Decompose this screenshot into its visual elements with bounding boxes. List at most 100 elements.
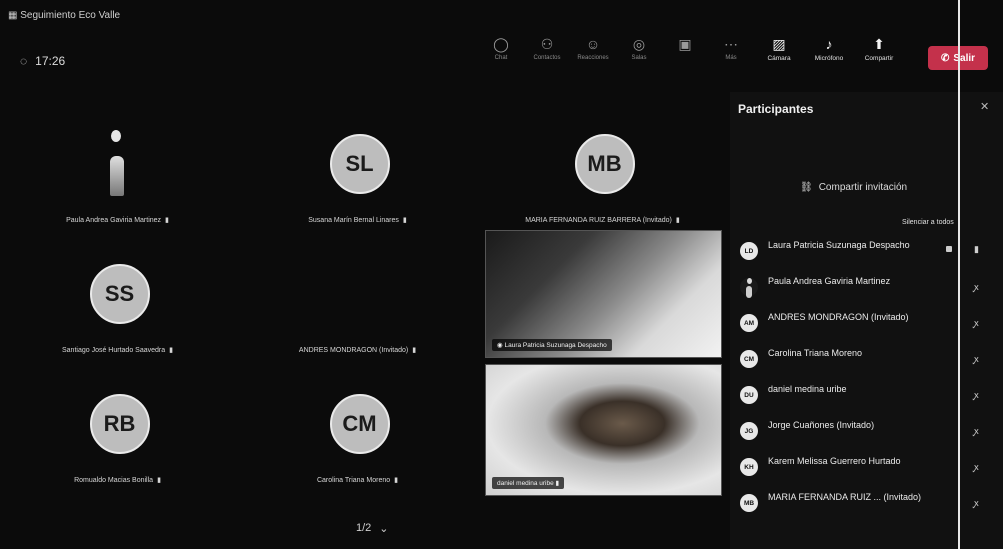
mic-off-icon[interactable]: ꭙ — [974, 388, 979, 401]
participant-row[interactable]: Paula Andrea Gaviria Martinez ꭙ — [730, 270, 1003, 306]
mic-off-icon[interactable]: ꭙ — [974, 316, 979, 329]
chevron-down-icon: ⌄ — [379, 523, 389, 535]
participant-tile[interactable]: CM Carolina Triana Moreno ▮ — [240, 370, 475, 488]
panel-divider — [958, 0, 960, 549]
panel-title: Participantes — [738, 102, 814, 116]
participant-row[interactable]: LD Laura Patricia Suzunaga Despacho ▮ — [730, 234, 1003, 270]
avatar: JG — [740, 422, 758, 440]
rooms-button[interactable]: ◎ Salas — [616, 36, 662, 76]
participant-photo — [108, 130, 128, 200]
share-invite-button[interactable]: ⛓ Compartir invitación — [800, 182, 907, 193]
share-icon: ⬆ — [873, 36, 885, 52]
mic-off-icon[interactable]: ꭙ — [974, 352, 979, 365]
meeting-timer: ◌ 17:26 — [20, 54, 66, 68]
participant-tile[interactable]: SL Susana Marín Bernal Linares ▮ — [240, 110, 475, 228]
meeting-toolbar: ◯ Chat ⚇ Contactos ☺ Reacciones ◎ Salas … — [478, 36, 904, 76]
share-button[interactable]: ⬆ Compartir — [854, 36, 904, 76]
participant-name: Romualdo Macias Bonilla ▮ — [74, 477, 161, 484]
participant-tile[interactable]: RB Romualdo Macias Bonilla ▮ — [0, 370, 235, 488]
participant-tile[interactable]: Paula Andrea Gaviria Martinez ▮ — [0, 110, 235, 228]
mic-icon: ▮ — [553, 480, 560, 487]
participants-panel: Participantes ✕ ⛓ Compartir invitación S… — [730, 92, 1003, 549]
participant-list: LD Laura Patricia Suzunaga Despacho ▮ Pa… — [730, 234, 1003, 522]
link-icon: ⛓ — [800, 182, 813, 193]
microphone-button[interactable]: ♪ Micrófono — [804, 36, 854, 76]
mic-icon: ▮ — [165, 217, 169, 224]
mic-icon[interactable]: ▮ — [974, 244, 979, 255]
reactions-button[interactable]: ☺ Reacciones — [570, 36, 616, 76]
close-icon[interactable]: ✕ — [980, 100, 989, 113]
mic-icon: ▮ — [169, 347, 173, 354]
participant-name: ◉ Laura Patricia Suzunaga Despacho — [492, 339, 612, 351]
participant-name: Laura Patricia Suzunaga Despacho — [768, 240, 910, 250]
mic-icon: ▮ — [675, 217, 680, 224]
mic-off-icon[interactable]: ꭙ — [974, 424, 979, 437]
chat-icon: ◯ — [493, 36, 509, 52]
avatar: LD — [740, 242, 758, 260]
meeting-header: ▦ Seguimiento Eco Valle ◌ 17:26 ◯ Chat ⚇… — [0, 0, 1003, 100]
mic-off-icon[interactable]: ꭙ — [974, 496, 979, 509]
participant-name: Carolina Triana Moreno — [768, 348, 863, 358]
grid-pager[interactable]: 1/2 ⌄ — [356, 522, 389, 535]
avatar: DU — [740, 386, 758, 404]
participant-name: Carolina Triana Moreno ▮ — [316, 477, 398, 484]
mute-all-button[interactable]: Silenciar a todos — [902, 219, 954, 226]
rooms-icon: ◎ — [632, 36, 646, 52]
phone-icon: ✆ — [940, 52, 950, 64]
shield-icon: ◌ — [20, 54, 28, 68]
participant-name: daniel medina uribe ▮ — [492, 477, 565, 489]
participant-name: ANDRES MONDRAGON (Invitado) — [768, 312, 909, 322]
mic-icon: ▮ — [412, 347, 417, 354]
video-grid: Paula Andrea Gaviria Martinez ▮ SL Susana… — [0, 100, 730, 549]
avatar: KH — [740, 458, 758, 476]
mic-icon: ▮ — [157, 477, 161, 484]
participant-name: ANDRES MONDRAGON (Invitado) ▮ — [298, 347, 417, 354]
participant-name: Paula Andrea Gaviria Martinez ▮ — [66, 217, 169, 224]
participant-tile[interactable]: SS Santiago José Hurtado Saavedra ▮ — [0, 240, 235, 358]
participant-name: MARIA FERNANDA RUIZ ... (Invitado) — [768, 492, 922, 502]
participant-video[interactable]: ◉ Laura Patricia Suzunaga Despacho — [485, 230, 722, 358]
more-button[interactable]: ⋯ Más — [708, 36, 754, 76]
avatar — [740, 278, 758, 298]
avatar: CM — [329, 394, 390, 454]
avatar: AM — [740, 314, 758, 332]
more-icon: ⋯ — [724, 36, 738, 52]
participant-row[interactable]: JG Jorge Cuañones (Invitado) ꭙ — [730, 414, 1003, 450]
rooms-icon: ▣ — [678, 36, 692, 52]
mic-icon: ♪ — [825, 36, 833, 52]
participant-row[interactable]: CM Carolina Triana Moreno ꭙ — [730, 342, 1003, 378]
participant-name: Paula Andrea Gaviria Martinez — [768, 276, 891, 286]
speaking-indicator — [946, 246, 952, 252]
participant-name: Karem Melissa Guerrero Hurtado — [768, 456, 901, 466]
people-button[interactable]: ⚇ Contactos — [524, 36, 570, 76]
people-icon: ⚇ — [540, 36, 554, 52]
avatar: MB — [740, 494, 758, 512]
participant-row[interactable]: DU daniel medina uribe ꭙ — [730, 378, 1003, 414]
participant-row[interactable]: MB MARIA FERNANDA RUIZ ... (Invitado) ꭙ — [730, 486, 1003, 522]
meeting-icon: ▦ — [8, 10, 21, 21]
mic-off-icon[interactable]: ꭙ — [974, 460, 979, 473]
apps-button[interactable]: ▣ Salas — [662, 36, 708, 76]
meeting-title: ▦ Seguimiento Eco Valle — [8, 10, 121, 21]
avatar: CM — [740, 350, 758, 368]
participant-name: Susana Marín Bernal Linares ▮ — [308, 217, 407, 224]
avatar: SL — [329, 134, 390, 194]
participant-row[interactable]: AM ANDRES MONDRAGON (Invitado) ꭙ — [730, 306, 1003, 342]
participant-name: daniel medina uribe — [768, 384, 847, 394]
mic-icon: ▮ — [402, 217, 407, 224]
mic-off-icon[interactable]: ꭙ — [974, 280, 979, 293]
avatar: MB — [574, 134, 635, 194]
participant-tile[interactable]: MB MARIA FERNANDA RUIZ BARRERA (Invitado… — [485, 110, 720, 228]
participant-tile[interactable]: ANDRES MONDRAGON (Invitado) ▮ — [240, 240, 475, 358]
participant-row[interactable]: KH Karem Melissa Guerrero Hurtado ꭙ — [730, 450, 1003, 486]
camera-off-icon: ▨ — [772, 36, 786, 52]
avatar: SS — [89, 264, 150, 324]
participant-name: Jorge Cuañones (Invitado) — [768, 420, 875, 430]
participant-video[interactable]: daniel medina uribe ▮ — [485, 364, 722, 496]
participant-name: Santiago José Hurtado Saavedra ▮ — [62, 347, 173, 354]
camera-button[interactable]: ▨ Cámara — [754, 36, 804, 76]
avatar: RB — [89, 394, 150, 454]
chat-button[interactable]: ◯ Chat — [478, 36, 524, 76]
participant-name: MARIA FERNANDA RUIZ BARRERA (Invitado) ▮ — [525, 217, 680, 224]
emoji-icon: ☺ — [585, 36, 601, 52]
